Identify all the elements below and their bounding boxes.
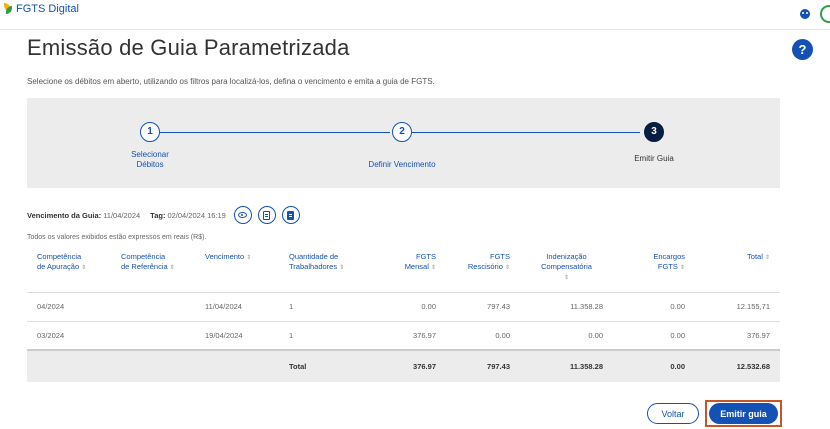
sort-icon: ⇕ xyxy=(81,265,87,271)
download-guia-button[interactable] xyxy=(281,206,300,224)
vencimento-value: 11/04/2024 xyxy=(103,210,141,220)
sort-icon: ⇕ xyxy=(563,275,570,281)
cell-indenizacao: 11.358.28 xyxy=(520,291,613,321)
total-total: 12.532.68 xyxy=(695,349,780,382)
header-fgts-rescisorio[interactable]: FGTS Rescisório ⇕ xyxy=(446,244,520,292)
total-indenizacao: 11.358.28 xyxy=(520,349,613,382)
help-button[interactable]: ? xyxy=(792,39,813,60)
voltar-button[interactable]: Voltar xyxy=(647,403,699,424)
page-subtitle: Selecione os débitos em aberto, utilizan… xyxy=(27,77,435,86)
brand-name: FGTS Digital xyxy=(16,3,79,15)
emitir-guia-button[interactable]: Emitir guia xyxy=(709,403,778,424)
cell-trabalhadores: 1 xyxy=(279,320,374,350)
cell-referencia xyxy=(111,320,195,350)
total-fgts-mensal: 376.97 xyxy=(374,349,446,382)
debitos-table: Competência de Apuração ⇕ Competência de R… xyxy=(27,244,780,382)
avatar-icon[interactable] xyxy=(820,5,830,23)
guia-info-row: Vencimento da Guia: 11/04/2024 Tag: 02/0… xyxy=(27,206,300,224)
stepper: 1 Selecionar Débitos 2 Definir Venciment… xyxy=(27,98,780,188)
step-1-circle[interactable]: 1 xyxy=(140,122,160,142)
total-fgts-rescisorio: 797.43 xyxy=(446,349,520,382)
step-2-label[interactable]: Definir Vencimento xyxy=(347,160,457,170)
cell-total: 376.97 xyxy=(695,320,780,350)
cell-referencia xyxy=(111,291,195,321)
top-bar: FGTS Digital xyxy=(0,0,830,30)
total-label: Total xyxy=(279,349,374,382)
tag-value: 02/04/2024 16:19 xyxy=(167,210,226,220)
header-competencia-apuracao[interactable]: Competência de Apuração ⇕ xyxy=(27,244,111,292)
sort-icon: ⇕ xyxy=(679,265,685,271)
sort-icon: ⇕ xyxy=(246,255,252,261)
step-3-circle[interactable]: 3 xyxy=(644,122,664,142)
header-fgts-mensal[interactable]: FGTS Mensal ⇕ xyxy=(374,244,446,292)
table-total-row: Total 376.97 797.43 11.358.28 0.00 12.53… xyxy=(27,349,780,382)
step-1-label-line2: Débitos xyxy=(136,160,164,169)
user-menu-icon[interactable] xyxy=(800,9,810,19)
header-total[interactable]: Total ⇕ xyxy=(695,244,780,292)
cell-fgts-mensal: 0.00 xyxy=(374,291,446,321)
sort-icon: ⇕ xyxy=(504,265,510,271)
step-3-label[interactable]: Emitir Guia xyxy=(609,154,699,164)
document-icon xyxy=(263,210,271,220)
pdf-guia-button[interactable] xyxy=(257,206,276,224)
eye-icon xyxy=(238,212,248,218)
cell-total: 12.155,71 xyxy=(695,291,780,321)
sort-icon: ⇕ xyxy=(430,265,436,271)
sort-icon: ⇕ xyxy=(339,265,345,271)
header-vencimento[interactable]: Vencimento ⇕ xyxy=(195,244,279,292)
cell-trabalhadores: 1 xyxy=(279,291,374,321)
step-connector xyxy=(410,132,640,133)
cell-fgts-rescisorio: 797.43 xyxy=(446,291,520,321)
sort-icon: ⇕ xyxy=(169,265,175,271)
cell-vencimento: 19/04/2024 xyxy=(195,320,279,350)
table-row: 03/2024 19/04/2024 1 376.97 0.00 0.00 0.… xyxy=(27,320,780,350)
cell-apuracao: 03/2024 xyxy=(27,320,111,350)
step-1-label-line1: Selecionar xyxy=(131,150,169,159)
tag-label: Tag: xyxy=(150,210,166,220)
brand[interactable]: FGTS Digital xyxy=(4,3,79,15)
header-indenizacao-compensatoria[interactable]: Indenização Compensatória ⇕ xyxy=(520,244,613,292)
cell-fgts-mensal: 376.97 xyxy=(374,320,446,350)
total-encargos: 0.00 xyxy=(613,349,695,382)
step-2-circle[interactable]: 2 xyxy=(392,122,412,142)
header-competencia-referencia[interactable]: Competência de Referência ⇕ xyxy=(111,244,195,292)
sort-icon: ⇕ xyxy=(764,255,770,261)
table-header-row: Competência de Apuração ⇕ Competência de R… xyxy=(27,244,780,292)
fgts-leaf-logo-icon xyxy=(4,3,13,15)
cell-vencimento: 11/04/2024 xyxy=(195,291,279,321)
header-encargos-fgts[interactable]: Encargos FGTS ⇕ xyxy=(613,244,695,292)
step-1-label[interactable]: Selecionar Débitos xyxy=(105,150,195,170)
cell-encargos: 0.00 xyxy=(613,291,695,321)
page-title: Emissão de Guia Parametrizada xyxy=(27,35,350,60)
cell-fgts-rescisorio: 0.00 xyxy=(446,320,520,350)
currency-note: Todos os valores exibidos estão expresso… xyxy=(27,234,207,241)
vencimento-label: Vencimento da Guia: xyxy=(27,210,102,220)
download-document-icon xyxy=(287,210,295,220)
step-connector xyxy=(160,132,390,133)
cell-apuracao: 04/2024 xyxy=(27,291,111,321)
cell-indenizacao: 0.00 xyxy=(520,320,613,350)
view-guia-button[interactable] xyxy=(233,206,252,224)
cell-encargos: 0.00 xyxy=(613,320,695,350)
table-row: 04/2024 11/04/2024 1 0.00 797.43 11.358.… xyxy=(27,291,780,321)
header-quantidade-trabalhadores[interactable]: Quantidade de Trabalhadores ⇕ xyxy=(279,244,374,292)
